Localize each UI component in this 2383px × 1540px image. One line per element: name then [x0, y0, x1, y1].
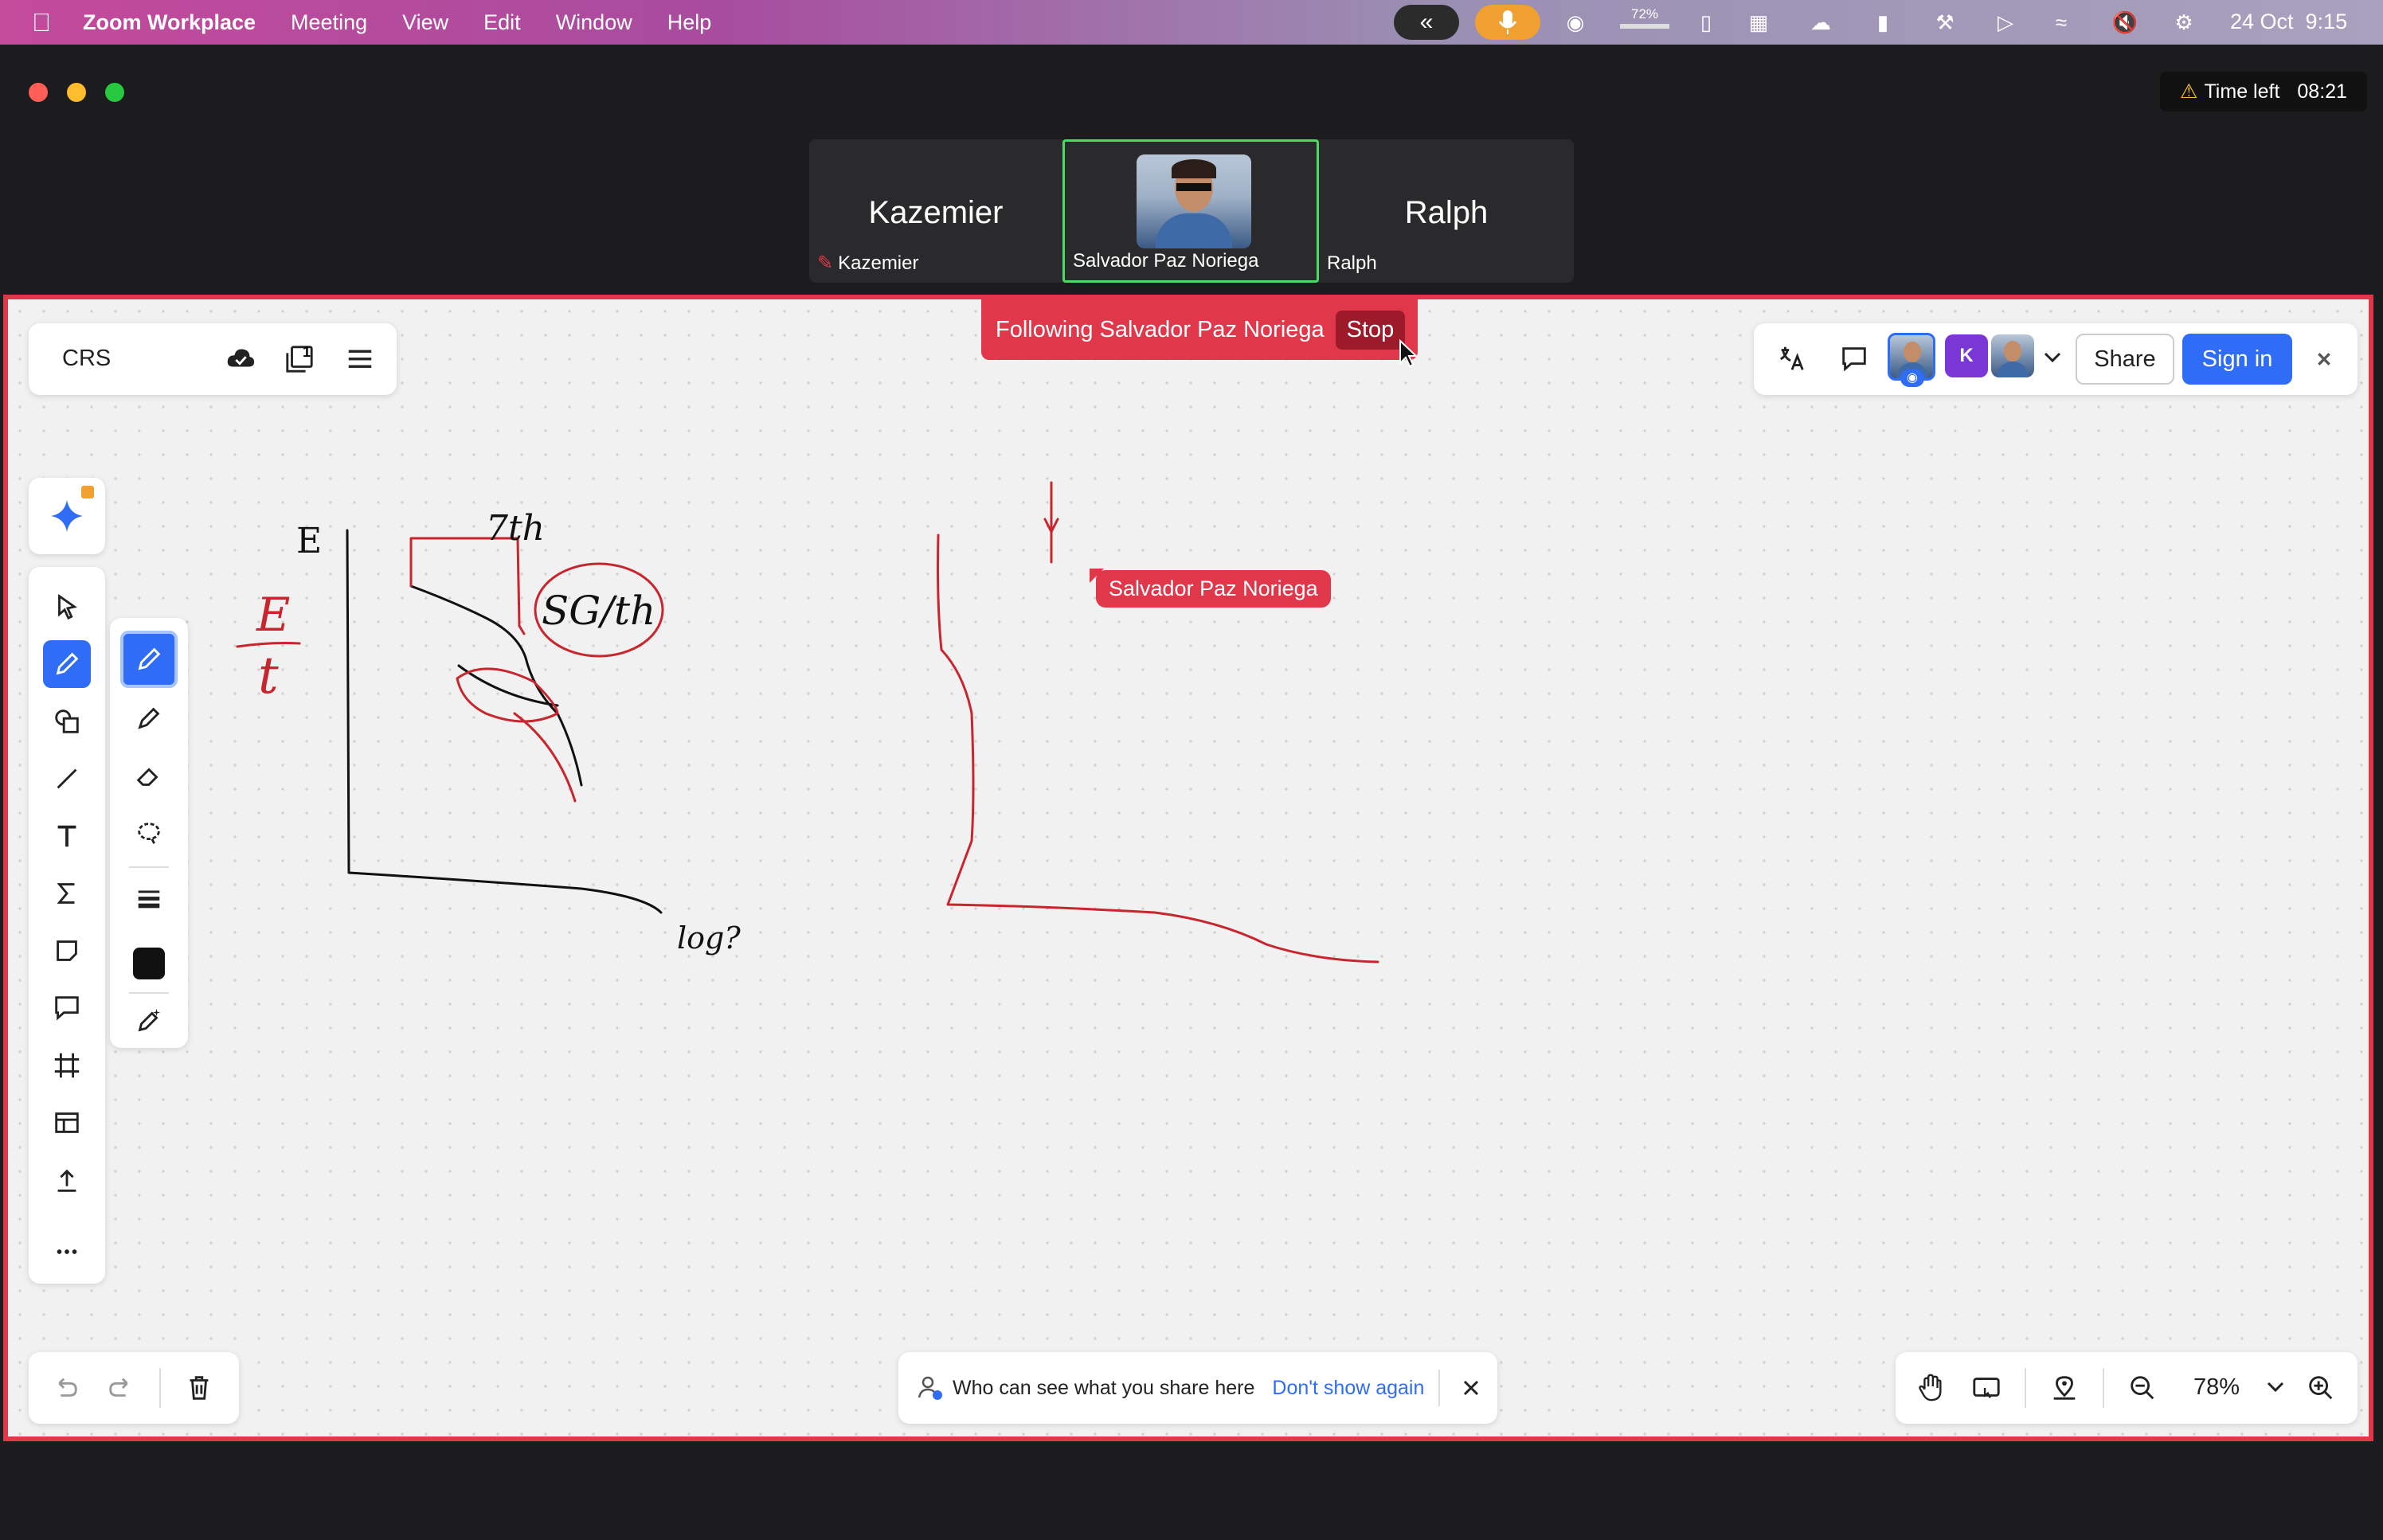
- phone-icon[interactable]: ▯: [1692, 10, 1720, 35]
- mute-icon[interactable]: 🔇: [2111, 10, 2139, 35]
- apple-icon[interactable]: : [32, 8, 51, 37]
- dont-show-again-link[interactable]: Don't show again: [1272, 1377, 1424, 1400]
- menu-edit[interactable]: Edit: [483, 10, 521, 35]
- divider: [2025, 1368, 2026, 1408]
- collaborator-cursor-label: Salvador Paz Noriega: [1096, 570, 1331, 608]
- menu-bar:  Zoom Workplace Meeting View Edit Windo…: [0, 0, 2383, 45]
- menu-meeting[interactable]: Meeting: [291, 10, 367, 35]
- zoom-window-button[interactable]: [105, 83, 124, 102]
- menu-app-name[interactable]: Zoom Workplace: [83, 10, 256, 35]
- map-pin-icon[interactable]: [2041, 1364, 2088, 1412]
- divider: [2103, 1368, 2104, 1408]
- participant-label: Ralph: [1327, 252, 1377, 275]
- cloud-icon[interactable]: ☁: [1806, 10, 1835, 35]
- handwritten-top-note: 7th: [486, 508, 546, 549]
- hand-pan-icon[interactable]: [1907, 1364, 1955, 1412]
- wifi-icon[interactable]: ≈: [2047, 10, 2076, 35]
- participant-name: Ralph: [1404, 195, 1489, 230]
- undo-redo-panel: [29, 1352, 239, 1424]
- handwritten-fraction-top: E: [256, 588, 291, 642]
- control-center-icon[interactable]: ⚙: [2170, 10, 2198, 35]
- participant-label: Salvador Paz Noriega: [1073, 250, 1258, 272]
- view-controls-panel: 78%: [1896, 1352, 2358, 1424]
- visibility-notice-text: Who can see what you share here: [953, 1376, 1255, 1399]
- divider: [1438, 1370, 1441, 1406]
- participant-label-text: Kazemier: [838, 252, 919, 274]
- trash-icon[interactable]: [175, 1364, 223, 1412]
- drawing-layer[interactable]: [8, 299, 2373, 1441]
- zoom-level[interactable]: 78%: [2193, 1374, 2240, 1401]
- menu-help[interactable]: Help: [667, 10, 712, 35]
- menu-window[interactable]: Window: [556, 10, 632, 35]
- battery-icon[interactable]: ▮: [1868, 10, 1897, 35]
- avatar: [1137, 154, 1251, 248]
- person-icon: [918, 1376, 942, 1400]
- clock[interactable]: 24 Oct 9:15: [2230, 10, 2347, 34]
- visibility-notice: Who can see what you share here Don't sh…: [898, 1352, 1497, 1424]
- zoom-in-icon[interactable]: [2297, 1364, 2345, 1412]
- participant-label-text: Salvador Paz Noriega: [1073, 250, 1259, 272]
- battery-percent: 72%: [1630, 6, 1659, 21]
- close-icon[interactable]: [1459, 1376, 1483, 1400]
- time-left-badge: ⚠ Time left 08:21: [2160, 72, 2367, 111]
- play-icon[interactable]: ▷: [1991, 10, 2020, 35]
- zoom-out-icon[interactable]: [2119, 1364, 2166, 1412]
- participant-name: Kazemier: [868, 195, 1004, 230]
- participant-tile-ralph[interactable]: Ralph Ralph: [1319, 139, 1574, 283]
- red-arrow-stroke: [1043, 481, 1059, 564]
- binoculars-icon[interactable]: ◉: [1561, 10, 1590, 35]
- red-box-stroke: [409, 537, 526, 635]
- microphone-status-icon[interactable]: [1475, 5, 1540, 40]
- handwritten-bubble-note: SG/th: [542, 588, 656, 634]
- tools-icon[interactable]: ⚒: [1931, 10, 1959, 35]
- handwritten-fraction-bottom: t: [258, 647, 279, 706]
- participant-tile-salvador[interactable]: Salvador Paz Noriega: [1062, 139, 1319, 283]
- display-icon[interactable]: ▦: [1744, 10, 1773, 35]
- menu-view[interactable]: View: [402, 10, 448, 35]
- participant-label: ✎ Kazemier: [817, 252, 918, 275]
- participant-label-text: Ralph: [1327, 252, 1377, 274]
- time-left-value: 08:21: [2297, 80, 2347, 103]
- collapse-status-icon[interactable]: «: [1394, 5, 1459, 40]
- handwritten-bottom-note: log?: [677, 920, 741, 956]
- minimize-window-button[interactable]: [67, 83, 86, 102]
- handwritten-e-label: E: [296, 521, 323, 561]
- red-tail-stroke: [513, 712, 577, 803]
- redo-button[interactable]: [97, 1364, 145, 1412]
- divider: [159, 1368, 161, 1408]
- follow-view-icon[interactable]: [1962, 1364, 2010, 1412]
- participant-tile-kazemier[interactable]: Kazemier ✎ Kazemier: [809, 139, 1062, 283]
- participant-strip: Kazemier ✎ Kazemier Salvador Paz Noriega…: [809, 139, 1574, 283]
- warning-icon: ⚠: [2180, 80, 2198, 103]
- battery-bar-icon[interactable]: 72%: [1617, 6, 1673, 38]
- close-window-button[interactable]: [29, 83, 48, 102]
- mic-muted-icon: ✎: [817, 252, 834, 274]
- whiteboard-canvas[interactable]: CRS 1 Following Salvador Paz Noriega Sto…: [3, 295, 2373, 1441]
- undo-button[interactable]: [41, 1364, 89, 1412]
- time-left-label: Time left: [2204, 80, 2280, 103]
- zoom-dropdown-chevron-icon[interactable]: [2264, 1372, 2287, 1408]
